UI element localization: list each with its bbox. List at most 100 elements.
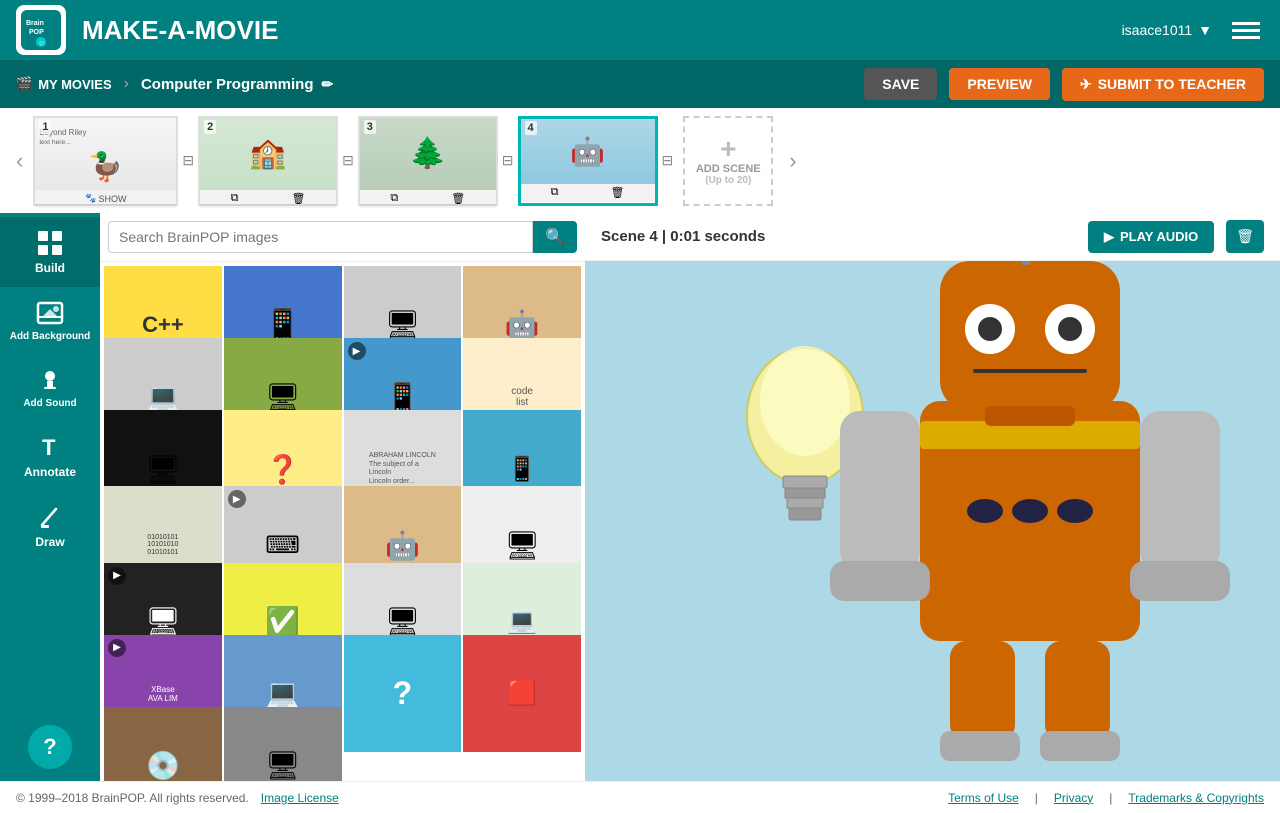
search-bar: 🔍 [100, 213, 585, 262]
sidebar-item-build[interactable]: Build [0, 217, 100, 287]
delete-2-icon[interactable]: 🗑 [292, 192, 306, 205]
play-badge-bm: ▶ [108, 567, 126, 585]
play-badge-bases: ▶ [108, 639, 126, 657]
next-arrow[interactable]: › [781, 148, 804, 174]
annotate-label: Annotate [24, 465, 76, 479]
project-name: Computer Programming ✏ [141, 76, 333, 93]
scene-preview-4: 🤖 [521, 119, 655, 184]
edit-scene-4[interactable]: ⊟ [662, 152, 674, 169]
canvas-area: Scene 4 | 0:01 seconds ▶ PLAY AUDIO 🗑 [585, 213, 1280, 781]
scene-2-actions: ⧉ 🗑 [200, 190, 336, 208]
brainpop-logo: Brain POP ☺ [16, 5, 66, 55]
submit-button[interactable]: ✈ SUBMIT TO TEACHER [1062, 68, 1264, 101]
copy-2-icon[interactable]: ⧉ [231, 192, 239, 205]
app-header: Brain POP ☺ MAKE-A-MOVIE isaace1011 ▼ [0, 0, 1280, 60]
play-icon: ▶ [1104, 229, 1114, 245]
scene-thumb-1[interactable]: 1 Beyond Rileytext here... 🦆 🐾 SHOW [33, 116, 178, 206]
breadcrumb-separator: › [124, 75, 129, 93]
search-input[interactable] [108, 221, 533, 253]
preview-button[interactable]: PREVIEW [949, 68, 1050, 100]
image-cell-tower[interactable]: 🖥 [224, 707, 342, 781]
privacy-link[interactable]: Privacy [1054, 791, 1093, 805]
terms-link[interactable]: Terms of Use [948, 791, 1019, 805]
background-icon [36, 299, 64, 327]
app-title: MAKE-A-MOVIE [82, 15, 1106, 46]
edit-scene-3[interactable]: ⊟ [502, 152, 514, 169]
trademarks-link[interactable]: Trademarks & Copyrights [1128, 791, 1264, 805]
sound-icon [36, 366, 64, 394]
hamburger-menu[interactable] [1228, 18, 1264, 43]
sidebar-item-sound[interactable]: Add Sound [0, 354, 100, 421]
canvas-stage[interactable] [585, 261, 1280, 781]
copy-3-icon[interactable]: ⧉ [390, 192, 398, 205]
edit-scene-2[interactable]: ⊟ [342, 152, 354, 169]
scene-info: Scene 4 | 0:01 seconds [601, 228, 765, 245]
scene-thumb-2[interactable]: 2 🏫 ⧉ 🗑 [198, 116, 338, 206]
scene-preview-1: Beyond Rileytext here... 🦆 [35, 118, 176, 190]
scene-thumb-4[interactable]: 4 🤖 ⧉ 🗑 [518, 116, 658, 206]
image-cell-question-mark[interactable]: ? [344, 635, 462, 753]
scene-3-actions: ⧉ 🗑 [360, 190, 496, 208]
add-icon: + [720, 135, 736, 163]
search-icon: 🔍 [545, 229, 565, 246]
username: isaace1011 [1122, 22, 1193, 38]
scene-preview-3: 🌲 [360, 118, 496, 190]
image-license-link[interactable]: Image License [261, 791, 339, 805]
draw-label: Draw [35, 535, 64, 549]
scene-1-actions: 🐾 SHOW [35, 190, 176, 208]
robot-sprite[interactable] [800, 261, 1260, 781]
sound-label: Add Sound [23, 398, 76, 409]
my-movies-link[interactable]: 🎬 MY MOVIES [16, 76, 112, 92]
copyright-text: © 1999–2018 BrainPOP. All rights reserve… [16, 791, 249, 805]
image-cell-red-grid[interactable]: 🟥 [463, 635, 581, 753]
main-area: Build Add Background Add Sound T Annota [0, 213, 1280, 781]
svg-text:Brain: Brain [26, 20, 44, 27]
add-scene-label: ADD SCENE [696, 163, 761, 175]
image-panel: 🔍 C++ 📱 🖥 🤖 💻 🖥 [100, 213, 585, 781]
scene-thumb-3[interactable]: 3 🌲 ⧉ 🗑 [358, 116, 498, 206]
delete-audio-button[interactable]: 🗑 [1226, 220, 1264, 253]
add-scene-button[interactable]: + ADD SCENE (Up to 20) [683, 116, 773, 206]
help-button[interactable]: ? [28, 725, 72, 769]
copy-4-icon[interactable]: ⧉ [551, 186, 559, 199]
scene-1-show[interactable]: 🐾 SHOW [85, 193, 126, 204]
background-label: Add Background [10, 331, 91, 342]
prev-arrow[interactable]: ‹ [8, 148, 31, 174]
save-button[interactable]: SAVE [864, 68, 937, 100]
svg-text:POP: POP [29, 29, 44, 36]
sidebar-item-background[interactable]: Add Background [0, 287, 100, 354]
sidebar: Build Add Background Add Sound T Annota [0, 213, 100, 781]
play-badge: ▶ [348, 342, 366, 360]
draw-icon [36, 503, 64, 531]
scene-preview-2: 🏫 [200, 118, 336, 190]
trash-icon: 🗑 [1236, 228, 1254, 244]
sidebar-item-draw[interactable]: Draw [0, 491, 100, 561]
add-scene-sublabel: (Up to 20) [705, 175, 751, 186]
user-menu[interactable]: isaace1011 ▼ [1122, 22, 1212, 38]
image-grid: C++ 📱 🖥 🤖 💻 🖥 ▶ 📱 codeli [100, 262, 585, 781]
play-audio-button[interactable]: ▶ PLAY AUDIO [1088, 221, 1214, 253]
build-icon [36, 229, 64, 257]
build-label: Build [35, 261, 65, 275]
film-icon: 🎬 [16, 76, 32, 92]
search-button[interactable]: 🔍 [533, 221, 577, 253]
main-toolbar: 🎬 MY MOVIES › Computer Programming ✏ SAV… [0, 60, 1280, 108]
play-badge-kb: ▶ [228, 490, 246, 508]
delete-3-icon[interactable]: 🗑 [451, 192, 465, 205]
edit-icon[interactable]: ✏ [321, 76, 333, 93]
annotate-icon: T [36, 433, 64, 461]
scene-4-actions: ⧉ 🗑 [521, 184, 655, 202]
svg-text:☺: ☺ [38, 40, 45, 47]
canvas-toolbar: Scene 4 | 0:01 seconds ▶ PLAY AUDIO 🗑 [585, 213, 1280, 261]
submit-icon: ✈ [1080, 76, 1092, 93]
sidebar-item-annotate[interactable]: T Annotate [0, 421, 100, 491]
dropdown-icon: ▼ [1198, 22, 1212, 38]
paw-icon: 🐾 [85, 193, 96, 204]
edit-scene-1[interactable]: ⊟ [182, 152, 194, 169]
scene-strip: ‹ 1 Beyond Rileytext here... 🦆 🐾 SHOW ⊟ … [0, 108, 1280, 213]
delete-4-icon[interactable]: 🗑 [611, 186, 625, 199]
footer-links: Terms of Use | Privacy | Trademarks & Co… [948, 791, 1264, 805]
svg-text:T: T [42, 435, 56, 460]
footer: © 1999–2018 BrainPOP. All rights reserve… [0, 781, 1280, 813]
image-cell-disk[interactable]: 💿 [104, 707, 222, 781]
